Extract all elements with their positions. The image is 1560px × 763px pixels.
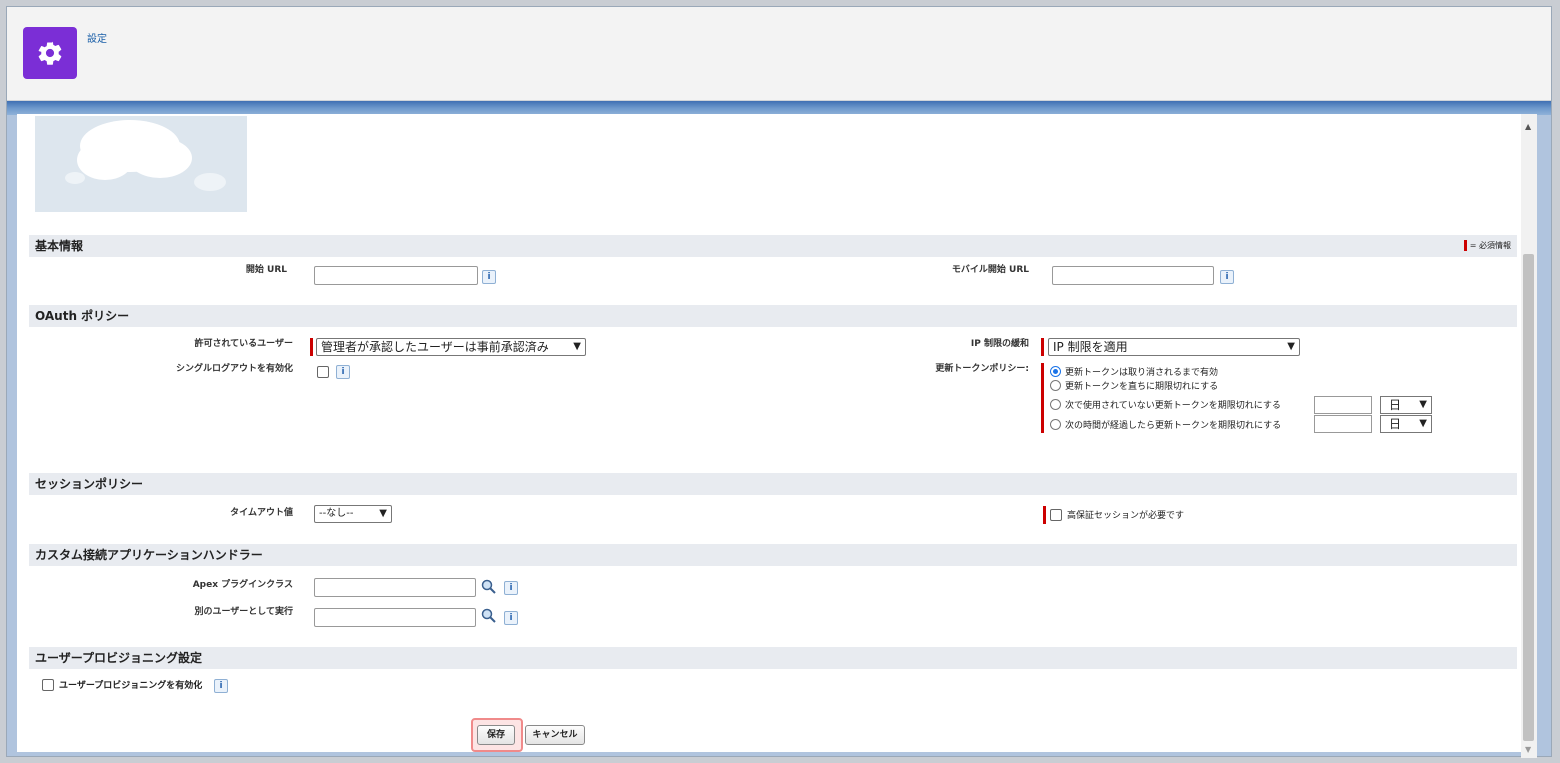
scroll-up-icon[interactable]: ▲	[1525, 122, 1531, 131]
scroll-down-icon[interactable]: ▼	[1525, 745, 1531, 754]
refresh-option-until-revoked-radio[interactable]	[1050, 366, 1061, 377]
lookup-search-icon[interactable]	[481, 608, 499, 624]
section-title: OAuth ポリシー	[35, 309, 130, 323]
elapsed-unit-select[interactable]: 日 ▼	[1380, 415, 1432, 433]
mobile-start-url-input[interactable]	[1052, 266, 1214, 285]
refresh-option-label: 更新トークンは取り消されるまで有効	[1065, 368, 1219, 378]
timeout-select[interactable]: --なし-- ▼	[314, 505, 392, 523]
refresh-option-label: 次の時間が経過したら更新トークンを期限切れにする	[1065, 421, 1282, 431]
refresh-token-policy-label: 更新トークンポリシー:	[935, 364, 1029, 374]
high-assurance-label: 高保証セッションが必要です	[1067, 511, 1185, 521]
high-assurance-checkbox[interactable]	[1050, 509, 1062, 521]
single-logout-checkbox[interactable]	[317, 366, 329, 378]
section-oauth-policy: OAuth ポリシー	[29, 305, 1517, 327]
required-marker	[310, 338, 313, 356]
chevron-down-icon: ▼	[1287, 341, 1295, 352]
info-icon[interactable]: i	[214, 679, 228, 693]
section-session-policy: セッションポリシー	[29, 473, 1517, 495]
permitted-users-select[interactable]: 管理者が承認したユーザーは事前承認済み ▼	[316, 338, 586, 356]
run-as-label: 別のユーザーとして実行	[194, 607, 293, 617]
save-button[interactable]: 保存	[477, 725, 515, 745]
refresh-option-elapsed-radio[interactable]	[1050, 419, 1061, 430]
info-icon[interactable]: i	[504, 581, 518, 595]
section-title: ユーザープロビジョニング設定	[35, 651, 203, 665]
page-header: 設定	[7, 7, 1551, 101]
chevron-down-icon: ▼	[573, 341, 581, 352]
refresh-option-immediately-radio[interactable]	[1050, 380, 1061, 391]
required-legend: = 必須情報	[1463, 235, 1511, 257]
chevron-down-icon: ▼	[1419, 399, 1427, 410]
section-basic-info: 基本情報 = 必須情報	[29, 235, 1517, 257]
vertical-scrollbar[interactable]: ▲ ▼	[1521, 114, 1537, 758]
window-frame: 設定 基本情報 = 必須情報 開始 URL i モバイル開始 URL i OAu…	[6, 6, 1552, 758]
info-icon[interactable]: i	[504, 611, 518, 625]
info-icon[interactable]: i	[1220, 270, 1234, 284]
elapsed-duration-input[interactable]	[1314, 415, 1372, 433]
ip-relaxation-select[interactable]: IP 制限を適用 ▼	[1048, 338, 1300, 356]
run-as-input[interactable]	[314, 608, 476, 627]
enable-provisioning-label: ユーザープロビジョニングを有効化	[59, 681, 203, 691]
required-marker	[1463, 240, 1467, 251]
refresh-option-unused-radio[interactable]	[1050, 399, 1061, 410]
setup-gear-icon	[23, 27, 77, 79]
info-icon[interactable]: i	[482, 270, 496, 284]
header-band	[7, 101, 1551, 115]
start-url-label: 開始 URL	[245, 265, 287, 275]
mobile-start-url-label: モバイル開始 URL	[951, 265, 1029, 275]
apex-plugin-class-label: Apex プラグインクラス	[192, 580, 293, 590]
permitted-users-label: 許可されているユーザー	[194, 339, 293, 349]
app-logo-placeholder	[35, 116, 247, 212]
chevron-down-icon: ▼	[1419, 418, 1427, 429]
section-user-provisioning: ユーザープロビジョニング設定	[29, 647, 1517, 669]
required-marker	[1043, 506, 1046, 524]
unused-unit-select[interactable]: 日 ▼	[1380, 396, 1432, 414]
unused-duration-input[interactable]	[1314, 396, 1372, 414]
section-custom-handler: カスタム接続アプリケーションハンドラー	[29, 544, 1517, 566]
section-title: 基本情報	[35, 239, 84, 253]
start-url-input[interactable]	[314, 266, 478, 285]
page-title: 設定	[87, 34, 107, 45]
scrollbar-thumb[interactable]	[1523, 254, 1534, 741]
chevron-down-icon: ▼	[379, 508, 387, 519]
required-marker	[1041, 363, 1044, 433]
cancel-button[interactable]: キャンセル	[525, 725, 585, 745]
lookup-search-icon[interactable]	[481, 579, 499, 595]
ip-relaxation-label: IP 制限の緩和	[970, 339, 1029, 349]
refresh-option-label: 更新トークンを直ちに期限切れにする	[1065, 382, 1219, 392]
single-logout-label: シングルログアウトを有効化	[175, 364, 293, 374]
section-title: セッションポリシー	[35, 477, 144, 491]
timeout-label: タイムアウト値	[230, 508, 293, 518]
required-marker	[1041, 338, 1044, 356]
main-content: 基本情報 = 必須情報 開始 URL i モバイル開始 URL i OAuth …	[17, 114, 1521, 752]
enable-provisioning-checkbox[interactable]	[42, 679, 54, 691]
section-title: カスタム接続アプリケーションハンドラー	[35, 548, 263, 562]
info-icon[interactable]: i	[336, 365, 350, 379]
refresh-option-label: 次で使用されていない更新トークンを期限切れにする	[1065, 401, 1281, 411]
apex-plugin-class-input[interactable]	[314, 578, 476, 597]
